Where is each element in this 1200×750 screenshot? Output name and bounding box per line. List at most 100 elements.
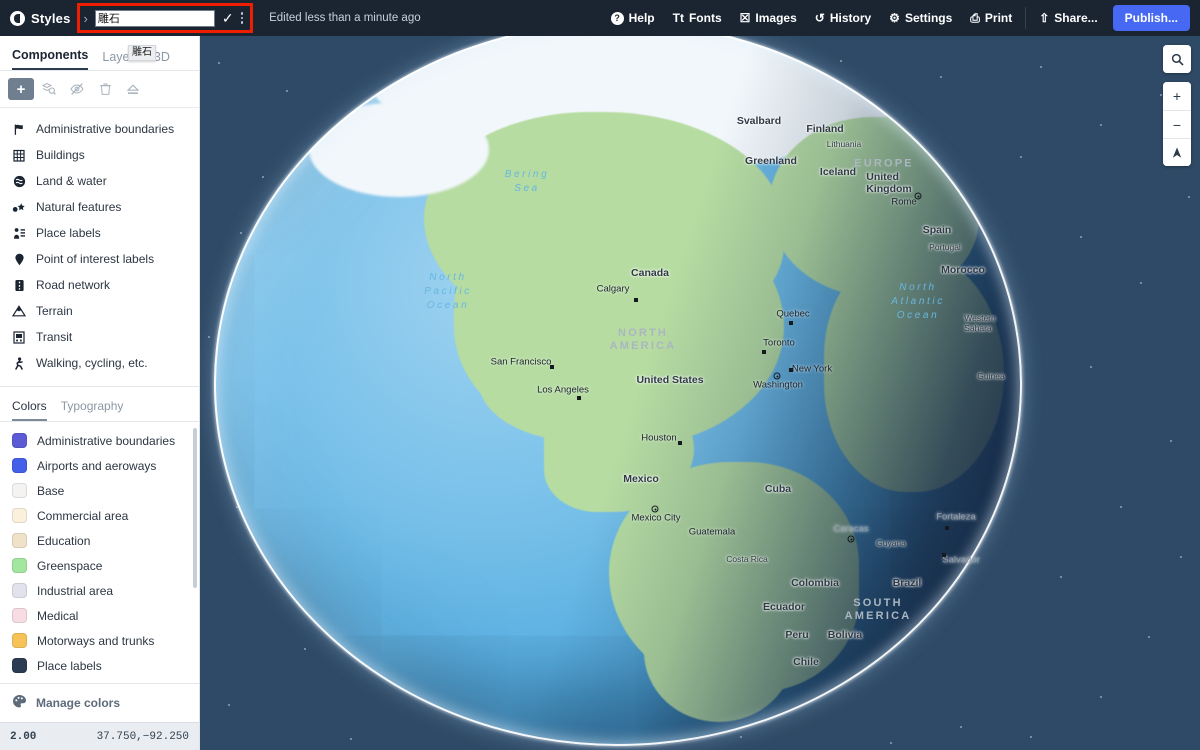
color-item-greenspace[interactable]: Greenspace bbox=[0, 553, 199, 578]
buildings-icon bbox=[12, 149, 26, 162]
sidebar-tabs: Components Layers 3D 雕石 bbox=[0, 36, 199, 70]
globe[interactable] bbox=[200, 36, 1048, 750]
component-item-place-labels[interactable]: Place labels bbox=[0, 220, 199, 246]
color-item-base[interactable]: Base bbox=[0, 478, 199, 503]
tab-typography[interactable]: Typography bbox=[61, 399, 124, 421]
color-swatch[interactable] bbox=[12, 433, 27, 448]
toolbar-item-history-label: History bbox=[829, 11, 872, 25]
color-item-airports-and-aeroways[interactable]: Airports and aeroways bbox=[0, 453, 199, 478]
color-swatch[interactable] bbox=[12, 633, 27, 648]
city-marker bbox=[789, 368, 793, 372]
component-item-administrative-boundaries[interactable]: Administrative boundaries bbox=[0, 116, 199, 142]
place-labels-icon bbox=[12, 227, 26, 240]
toolbar-item-history[interactable]: ↺ History bbox=[806, 0, 880, 36]
toolbar-item-print[interactable]: ⎙ Print bbox=[961, 0, 1021, 36]
city-marker bbox=[789, 321, 793, 325]
component-item-natural-features[interactable]: Natural features bbox=[0, 194, 199, 220]
toolbar-item-fonts[interactable]: Tt Fonts bbox=[664, 0, 731, 36]
color-label: Industrial area bbox=[37, 583, 114, 598]
status-bar: 2.00 37.750,−92.250 bbox=[0, 722, 199, 750]
compass-button[interactable] bbox=[1163, 138, 1191, 166]
chevron-right-icon: › bbox=[83, 10, 88, 26]
color-swatch[interactable] bbox=[12, 583, 27, 598]
component-label: Natural features bbox=[36, 200, 122, 214]
tab-colors[interactable]: Colors bbox=[12, 399, 47, 421]
color-swatch[interactable] bbox=[12, 533, 27, 548]
edited-status: Edited less than a minute ago bbox=[269, 12, 421, 24]
color-label: Base bbox=[37, 483, 65, 498]
tab-3d[interactable]: 3D bbox=[154, 50, 170, 70]
color-swatch[interactable] bbox=[12, 658, 27, 673]
color-label: Education bbox=[37, 533, 91, 548]
status-zoom-level: 2.00 bbox=[10, 730, 37, 743]
component-label: Terrain bbox=[36, 304, 73, 318]
share-label: Share... bbox=[1054, 11, 1098, 25]
fonts-icon: Tt bbox=[672, 11, 684, 25]
delete-layer-button[interactable] bbox=[92, 78, 118, 100]
style-rename-group[interactable]: › ✓ bbox=[76, 3, 254, 33]
circle-logo-icon bbox=[10, 10, 25, 26]
map-zoom-group: + − bbox=[1163, 82, 1191, 166]
zoom-in-button[interactable]: + bbox=[1163, 82, 1191, 110]
toolbar-item-settings[interactable]: ⚙ Settings bbox=[880, 0, 961, 36]
star bbox=[1030, 736, 1032, 738]
manage-colors-label: Manage colors bbox=[36, 696, 121, 710]
toolbar-item-print-label: Print bbox=[984, 11, 1013, 25]
more-vertical-icon[interactable] bbox=[240, 12, 244, 24]
color-item-education[interactable]: Education bbox=[0, 528, 199, 553]
component-label: Buildings bbox=[36, 148, 85, 162]
color-swatch[interactable] bbox=[12, 558, 27, 573]
component-item-walking-cycling[interactable]: Walking, cycling, etc. bbox=[0, 350, 199, 376]
gear-icon: ⚙ bbox=[889, 11, 900, 25]
component-item-buildings[interactable]: Buildings bbox=[0, 142, 199, 168]
toolbar-divider bbox=[1025, 7, 1027, 29]
export-layer-button[interactable] bbox=[120, 78, 146, 100]
share-button[interactable]: ⇧ Share... bbox=[1030, 0, 1106, 36]
status-coordinates: 37.750,−92.250 bbox=[96, 730, 189, 743]
component-item-terrain[interactable]: Terrain bbox=[0, 298, 199, 324]
zoom-out-button[interactable]: − bbox=[1163, 110, 1191, 138]
component-item-transit[interactable]: Transit bbox=[0, 324, 199, 350]
hide-layer-button[interactable] bbox=[64, 78, 90, 100]
map-search-group bbox=[1163, 45, 1191, 73]
color-label: Commercial area bbox=[37, 508, 129, 523]
colors-list: Administrative boundaries Airports and a… bbox=[0, 422, 199, 683]
component-item-road-network[interactable]: Road network bbox=[0, 272, 199, 298]
color-item-industrial-area[interactable]: Industrial area bbox=[0, 578, 199, 603]
manage-colors-button[interactable]: Manage colors bbox=[0, 683, 199, 722]
color-item-commercial-area[interactable]: Commercial area bbox=[0, 503, 199, 528]
component-item-land-water[interactable]: Land & water bbox=[0, 168, 199, 194]
star bbox=[1090, 366, 1092, 368]
color-swatch[interactable] bbox=[12, 508, 27, 523]
color-label: Administrative boundaries bbox=[37, 433, 176, 448]
color-swatch[interactable] bbox=[12, 608, 27, 623]
colors-scrollbar[interactable] bbox=[193, 428, 197, 666]
search-button[interactable] bbox=[1163, 45, 1191, 73]
color-swatch[interactable] bbox=[12, 483, 27, 498]
confirm-rename-icon[interactable]: ✓ bbox=[222, 11, 234, 25]
add-component-button[interactable]: + bbox=[8, 78, 34, 100]
eject-icon bbox=[126, 84, 140, 94]
find-layer-button[interactable] bbox=[36, 78, 62, 100]
map-canvas[interactable]: Svalbard Finland Lithuania Greenland Iceland… bbox=[200, 36, 1200, 750]
component-label: Place labels bbox=[36, 226, 101, 240]
star bbox=[1100, 124, 1102, 126]
component-item-poi-labels[interactable]: Point of interest labels bbox=[0, 246, 199, 272]
color-item-administrative-boundaries[interactable]: Administrative boundaries bbox=[0, 428, 199, 453]
toolbar-item-help[interactable]: ? Help bbox=[602, 0, 664, 36]
publish-button[interactable]: Publish... bbox=[1112, 5, 1190, 31]
capital-marker bbox=[651, 505, 659, 513]
tab-components[interactable]: Components bbox=[12, 48, 89, 70]
color-item-motorways-and-trunks[interactable]: Motorways and trunks bbox=[0, 628, 199, 653]
brand[interactable]: Styles bbox=[0, 10, 71, 26]
toolbar-item-images[interactable]: ☒ Images bbox=[731, 0, 806, 36]
city-marker bbox=[945, 526, 949, 530]
colors-scrollbar-thumb[interactable] bbox=[193, 428, 197, 588]
color-item-medical[interactable]: Medical bbox=[0, 603, 199, 628]
history-icon: ↺ bbox=[814, 11, 825, 25]
component-label: Road network bbox=[36, 278, 111, 292]
style-name-input[interactable] bbox=[94, 9, 215, 27]
color-swatch[interactable] bbox=[12, 458, 27, 473]
city-marker bbox=[550, 365, 554, 369]
color-item-place-labels[interactable]: Place labels bbox=[0, 653, 199, 678]
